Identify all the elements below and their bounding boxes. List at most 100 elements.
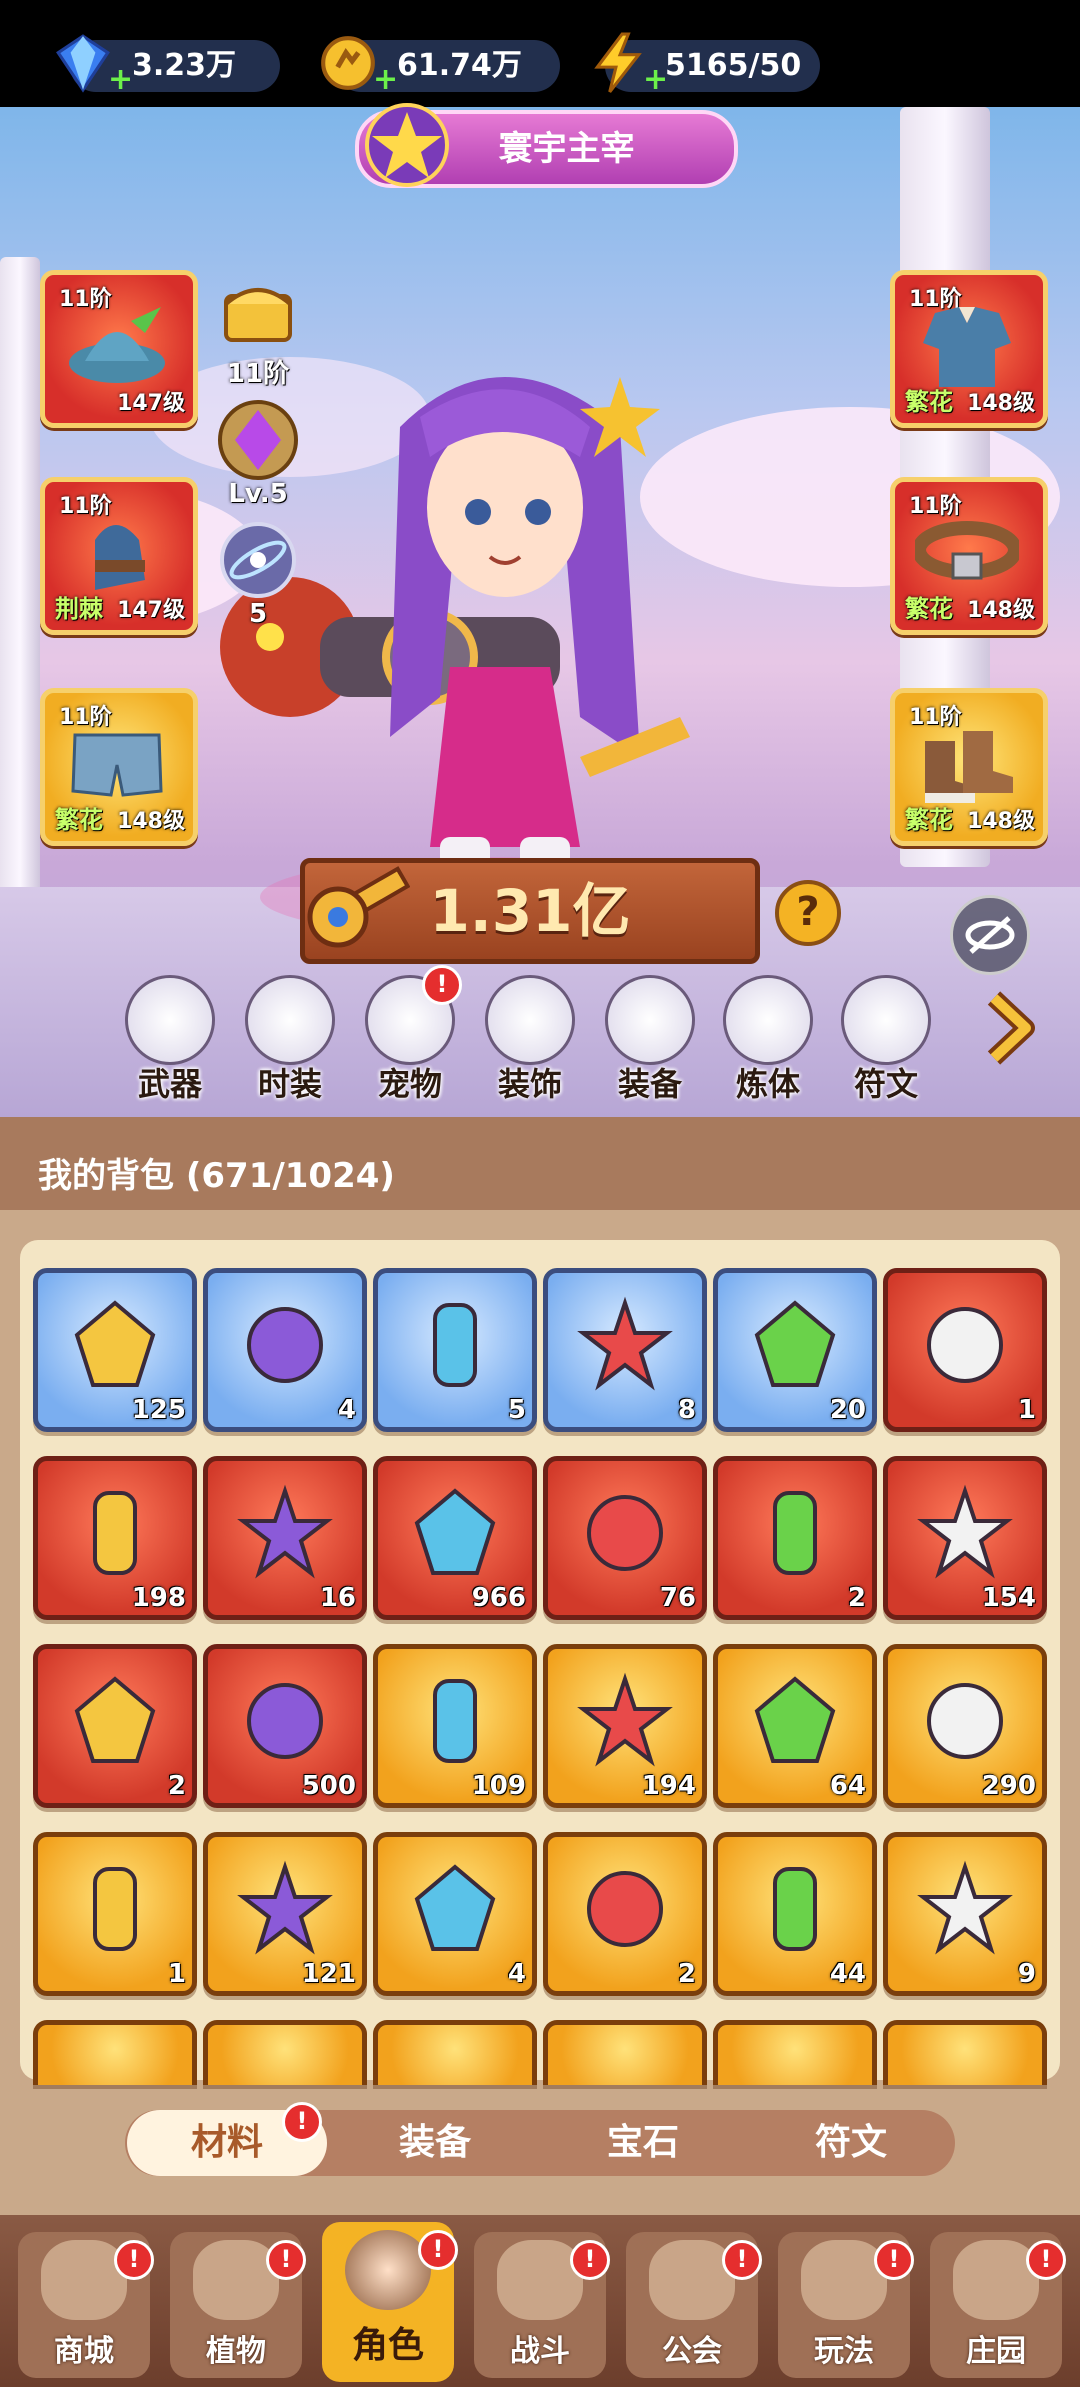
bag-item[interactable]: 125 [33,1268,197,1432]
energy-counter[interactable]: + 5165/50 [594,32,820,95]
bag-item[interactable]: 16 [203,1456,367,1620]
bag-item[interactable]: 2 [543,1832,707,1996]
fn-label: 炼体 [735,1065,800,1103]
nav-shop[interactable]: 商城! [18,2232,154,2378]
nav-battle[interactable]: 战斗! [474,2232,610,2378]
item-count: 109 [471,1771,526,1801]
gameplay-icon [801,2240,887,2320]
bag-item[interactable]: 64 [713,1644,877,1808]
slot-set-tag: 荆棘 [55,595,103,623]
fn-decoration[interactable]: 装饰 [480,975,580,1105]
item-count: 966 [471,1583,526,1613]
gold-flower-icon [917,1860,1013,1955]
chevron-right-icon[interactable] [980,990,1040,1066]
bag-item[interactable]: 5 [373,1268,537,1432]
bag-item[interactable]: 20 [713,1268,877,1432]
item-count: 2 [677,1959,696,1989]
battle-icon [497,2240,583,2320]
equip-slot-hat[interactable]: 11阶 147级 [40,270,198,428]
item-count: 64 [829,1771,866,1801]
slot-level: 148级 [967,598,1035,623]
equip-slot-coat[interactable]: 11阶 繁花 148级 [890,270,1048,428]
slot-set-tag: 繁花 [905,595,953,623]
bag-item-partial[interactable] [543,2020,707,2085]
chest-tier-label: 11阶 [226,359,290,389]
bag-item[interactable]: 154 [883,1456,1047,1620]
item-count: 1 [167,1959,186,1989]
equip-slot-boots[interactable]: 11阶 繁花 148级 [890,688,1048,846]
bag-item[interactable]: 44 [713,1832,877,1996]
item-count: 194 [641,1771,696,1801]
coin-counter[interactable]: + 61.74万 [321,36,560,95]
emerald-key-icon [93,1867,137,1951]
bag-item-partial[interactable] [713,2020,877,2085]
tab-gems[interactable]: 宝石 [543,2110,743,2176]
bag-item[interactable]: 1 [33,1832,197,1996]
chest-tier-button[interactable]: 11阶 [208,276,308,390]
bag-item-partial[interactable] [883,2020,1047,2085]
nav-gameplay[interactable]: 玩法! [778,2232,914,2378]
tab-equipment[interactable]: 装备 [335,2110,535,2176]
nav-manor[interactable]: 庄园! [930,2232,1066,2378]
fn-weapon[interactable]: 武器 [120,975,220,1105]
fn-outfit[interactable]: 时装 [240,975,340,1105]
bag-item[interactable]: 198 [33,1456,197,1620]
bag-item[interactable]: 2 [33,1644,197,1808]
bag-item-partial[interactable] [203,2020,367,2085]
help-button[interactable]: ? [775,880,841,946]
green-tube-icon [587,1495,663,1571]
item-count: 121 [301,1959,356,1989]
bag-item[interactable]: 4 [203,1268,367,1432]
slot-level: 148级 [117,809,185,834]
red-potion-icon [414,1488,496,1575]
bag-item[interactable]: 121 [203,1832,367,1996]
spellbook-icon [773,1867,817,1951]
item-count: 1 [1017,1395,1036,1425]
bag-item[interactable]: 76 [543,1456,707,1620]
equip-slot-shorts[interactable]: 11阶 繁花 148级 [40,688,198,846]
nav-plant[interactable]: 植物! [170,2232,306,2378]
bag-item[interactable]: 8 [543,1268,707,1432]
nav-guild[interactable]: 公会! [626,2232,762,2378]
fn-equipment[interactable]: 装备 [600,975,700,1105]
bag-item[interactable]: 109 [373,1644,537,1808]
green-capsule-icon [773,1491,817,1575]
bag-item[interactable]: 290 [883,1644,1047,1808]
manor-icon [953,2240,1039,2320]
bag-item-partial[interactable] [33,2020,197,2085]
bag-item[interactable]: 2 [713,1456,877,1620]
hide-ui-button[interactable] [950,895,1030,975]
rune-count-button[interactable]: 5 [208,520,308,629]
scarab-gem-icon [74,1300,156,1387]
equip-slot-gloves[interactable]: 11阶 荆棘 147级 [40,477,198,635]
bag-item[interactable]: 9 [883,1832,1047,1996]
fn-label: 符文 [853,1065,918,1103]
gem-level-button[interactable]: Lv.5 [208,400,308,509]
item-count: 4 [507,1959,526,1989]
bag-item-partial[interactable] [373,2020,537,2085]
bag-item[interactable]: 194 [543,1644,707,1808]
item-count: 198 [131,1583,186,1613]
fn-rune[interactable]: 符文 [836,975,936,1105]
crystal-star-icon [93,1491,137,1575]
fn-pet[interactable]: 宠物 ! [360,965,462,1105]
diamond-counter[interactable]: + 3.23万 [56,34,280,95]
nav-label: 战斗 [510,2334,570,2369]
bag-item[interactable]: 966 [373,1456,537,1620]
nav-hero[interactable]: 角色! [322,2222,458,2382]
bag-item[interactable]: 500 [203,1644,367,1808]
equip-slot-belt[interactable]: 11阶 繁花 148级 [890,477,1048,635]
tab-label: 装备 [398,2122,471,2163]
tab-label: 材料 [190,2122,263,2163]
outfit-icon [245,975,335,1065]
tab-runes[interactable]: 符文 [751,2110,951,2176]
notification-badge: ! [722,2240,762,2280]
bag-item[interactable]: 4 [373,1832,537,1996]
bag-title: 我的背包 (671/1024) [38,1156,395,1196]
fn-body-training[interactable]: 炼体 [718,975,818,1105]
add-coin-icon[interactable]: + [373,65,398,95]
notification-badge: ! [1026,2240,1066,2280]
add-diamond-icon[interactable]: + [108,65,133,95]
bag-item[interactable]: 1 [883,1268,1047,1432]
body-icon [723,975,813,1065]
